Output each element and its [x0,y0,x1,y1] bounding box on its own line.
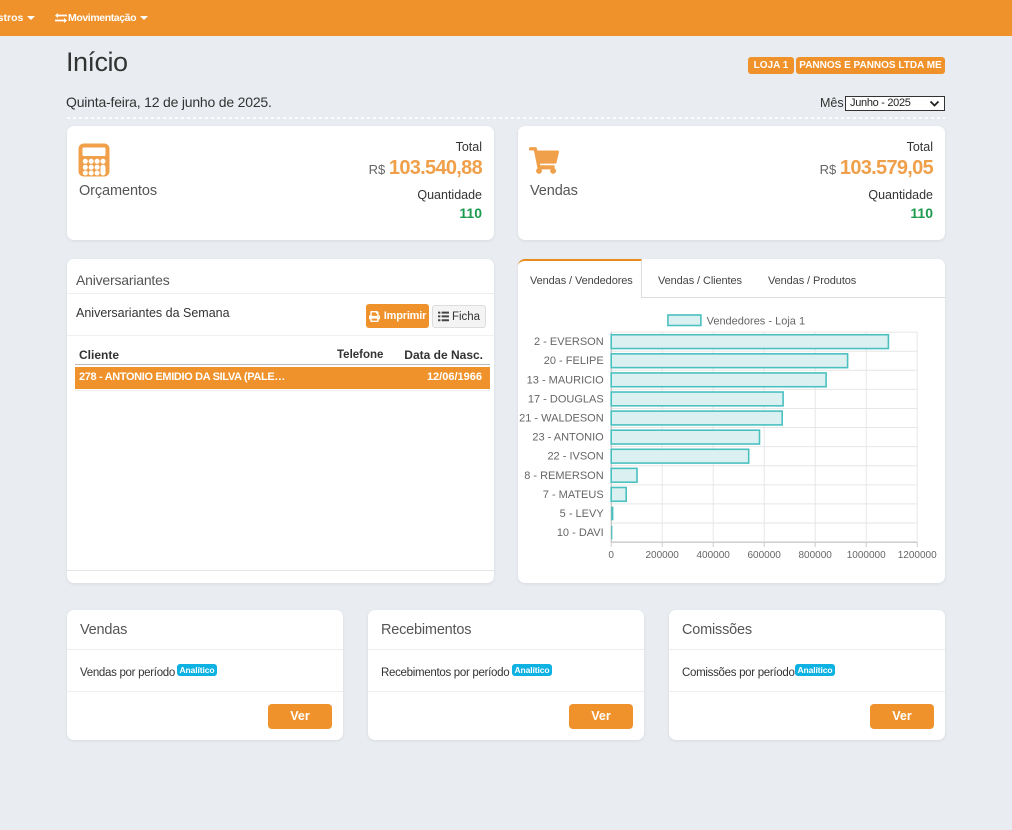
svg-text:400000: 400000 [697,550,731,561]
svg-text:13 - MAURICIO: 13 - MAURICIO [527,374,604,386]
svg-text:5 - LEVY: 5 - LEVY [560,508,605,520]
svg-text:20 - FELIPE: 20 - FELIPE [544,355,604,367]
svg-text:200000: 200000 [646,550,680,561]
svg-text:0: 0 [608,550,614,561]
svg-text:1200000: 1200000 [898,550,937,561]
svg-text:21 - WALDESON: 21 - WALDESON [519,413,604,425]
svg-text:2 - EVERSON: 2 - EVERSON [534,336,604,348]
svg-text:7 - MATEUS: 7 - MATEUS [543,489,604,501]
svg-text:8 - REMERSON: 8 - REMERSON [524,470,604,482]
svg-text:800000: 800000 [799,550,833,561]
svg-text:17 - DOUGLAS: 17 - DOUGLAS [528,393,604,405]
svg-text:10 - DAVI: 10 - DAVI [557,527,604,539]
svg-text:600000: 600000 [748,550,782,561]
svg-text:Vendedores - Loja 1: Vendedores - Loja 1 [707,316,805,328]
svg-text:23 - ANTONIO: 23 - ANTONIO [532,432,604,444]
svg-text:1000000: 1000000 [847,550,886,561]
svg-text:22 - IVSON: 22 - IVSON [547,451,603,463]
